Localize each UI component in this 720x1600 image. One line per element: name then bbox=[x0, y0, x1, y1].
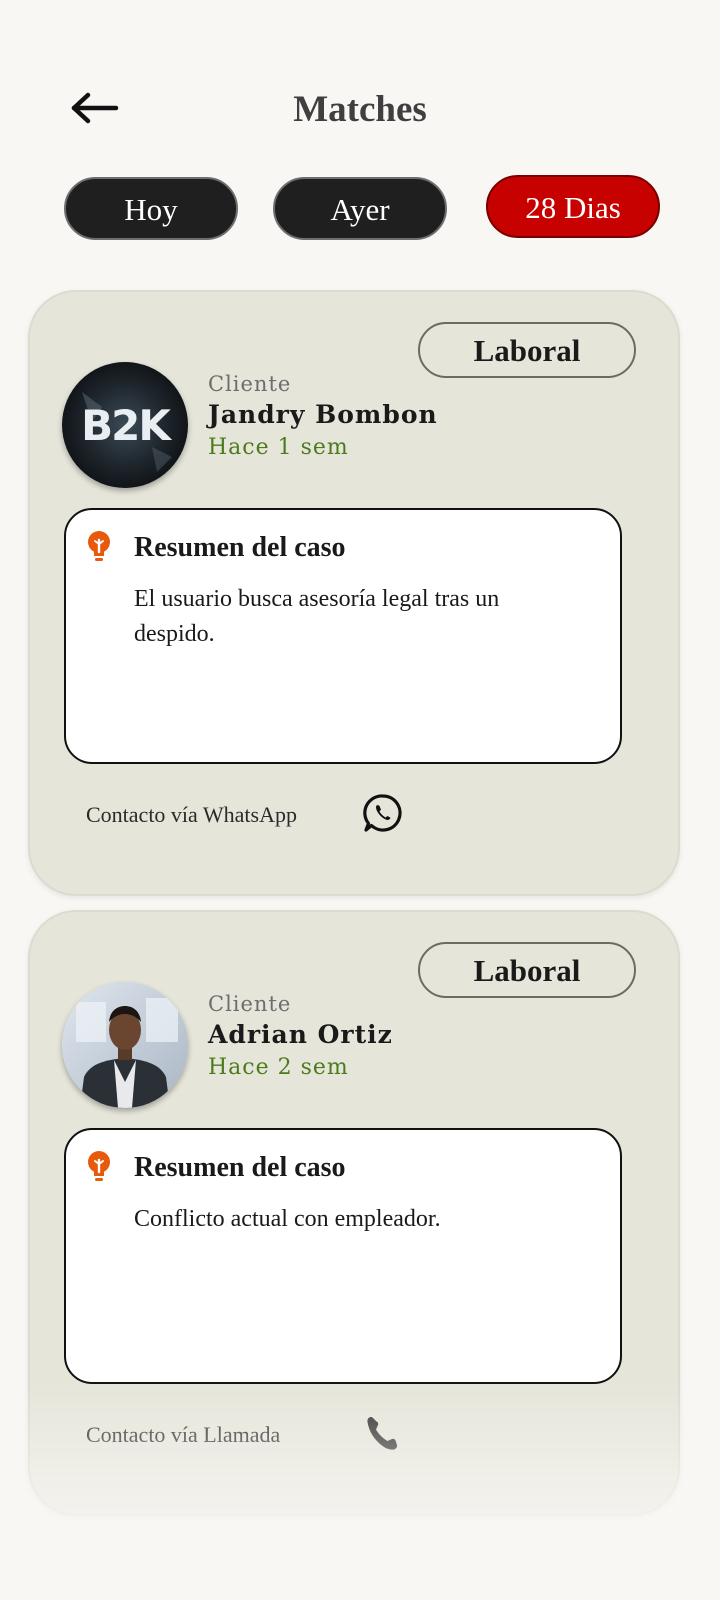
filter-28-days-button[interactable]: 28 Dias bbox=[486, 175, 660, 238]
header: Matches bbox=[0, 70, 720, 150]
match-card[interactable]: Laboral Cliente Adrian Ortiz Hace 2 sem bbox=[28, 910, 680, 1516]
client-label: Cliente bbox=[208, 372, 292, 396]
case-summary-box: Resumen del caso El usuario busca asesor… bbox=[64, 508, 622, 764]
category-tag: Laboral bbox=[418, 322, 636, 378]
filter-yesterday-button[interactable]: Ayer bbox=[273, 177, 447, 240]
time-ago: Hace 2 sem bbox=[208, 1055, 349, 1080]
case-summary-box: Resumen del caso Conflicto actual con em… bbox=[64, 1128, 622, 1384]
client-name: Jandry Bombon bbox=[208, 400, 438, 429]
client-info: Cliente Jandry Bombon Hace 1 sem bbox=[208, 372, 438, 460]
client-info: Cliente Adrian Ortiz Hace 2 sem bbox=[208, 992, 393, 1080]
summary-text: Conflicto actual con empleador. bbox=[134, 1206, 441, 1232]
avatar bbox=[62, 982, 188, 1108]
filter-today-button[interactable]: Hoy bbox=[64, 177, 238, 240]
summary-title: Resumen del caso bbox=[134, 1152, 346, 1183]
time-ago: Hace 1 sem bbox=[208, 435, 349, 460]
whatsapp-icon[interactable] bbox=[362, 792, 404, 834]
contact-method-text: Contacto vía WhatsApp bbox=[86, 802, 297, 827]
contact-method-text: Contacto vía Llamada bbox=[86, 1422, 281, 1447]
category-tag: Laboral bbox=[418, 942, 636, 998]
avatar: B2K bbox=[62, 362, 188, 488]
lightbulb-icon bbox=[88, 531, 110, 561]
avatar-logo-text: B2K bbox=[81, 401, 172, 450]
client-name: Adrian Ortiz bbox=[208, 1020, 393, 1049]
date-filter-bar: Hoy Ayer 28 Dias bbox=[0, 175, 720, 243]
summary-text: El usuario busca asesoría legal tras un … bbox=[134, 586, 500, 647]
client-label: Cliente bbox=[208, 992, 292, 1016]
phone-icon[interactable] bbox=[362, 1412, 404, 1454]
summary-title: Resumen del caso bbox=[134, 532, 346, 563]
match-card[interactable]: Laboral B2K Cliente Jandry Bombon Hace 1… bbox=[28, 290, 680, 896]
lightbulb-icon bbox=[88, 1151, 110, 1181]
page-title: Matches bbox=[293, 89, 427, 130]
